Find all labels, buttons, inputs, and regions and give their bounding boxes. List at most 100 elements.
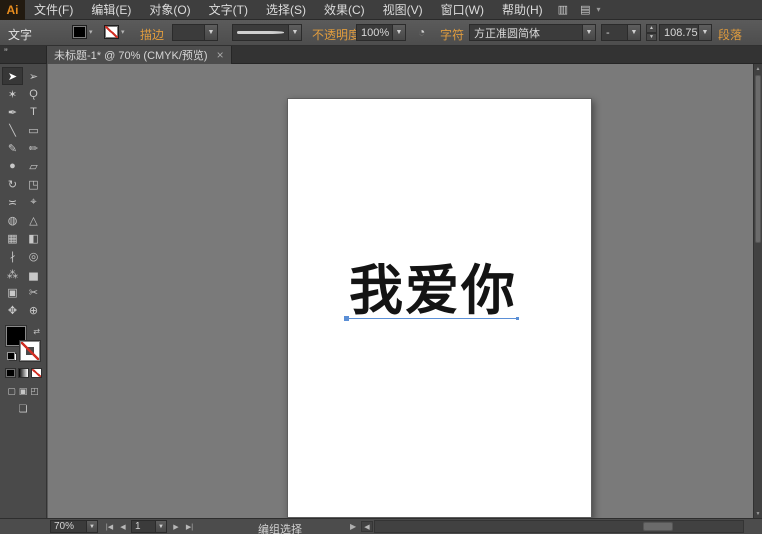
menu-object[interactable]: 对象(O) — [140, 0, 199, 20]
width-profile-select[interactable]: ▼ — [232, 24, 302, 41]
workspace-dropdown-icon[interactable]: ▾ — [596, 5, 606, 14]
recolor-artwork-icon[interactable]: ◔ — [418, 25, 425, 39]
mesh-tool[interactable]: ▦ — [2, 229, 23, 247]
chevron-down-icon: ▼ — [288, 25, 301, 40]
fill-swatch — [72, 25, 87, 39]
canvas-area[interactable]: 我爱你 — [48, 64, 753, 518]
color-mode-buttons — [0, 368, 46, 378]
gradient-button[interactable] — [18, 368, 29, 378]
tools-panel: ➤ ➢ ✶ Ǫ ✒ T ╲ ▭ ✎ ✏ ● ▱ ↻ ◳ ≍ ⌖ ◍ △ ▦ ◧ … — [0, 64, 47, 518]
menu-effect[interactable]: 效果(C) — [315, 0, 374, 20]
stroke-color-box[interactable] — [20, 341, 40, 361]
slice-tool[interactable]: ✂ — [23, 283, 44, 301]
scroll-left-icon[interactable]: ◀ — [361, 521, 373, 532]
opacity-label[interactable]: 不透明度 — [312, 26, 360, 43]
menu-select[interactable]: 选择(S) — [257, 0, 315, 20]
stroke-color-picker[interactable]: ▾ — [104, 25, 125, 39]
stepper-down-icon[interactable]: ▼ — [646, 33, 657, 42]
none-button[interactable] — [31, 368, 42, 378]
paintbrush-tool[interactable]: ✎ — [2, 139, 23, 157]
chevron-down-icon: ▼ — [204, 25, 217, 40]
hand-tool[interactable]: ✥ — [2, 301, 23, 319]
eraser-tool[interactable]: ▱ — [23, 157, 44, 175]
status-popup-icon[interactable]: ▶ — [350, 522, 356, 531]
character-label[interactable]: 字符 — [440, 26, 464, 43]
rectangle-tool[interactable]: ▭ — [23, 121, 44, 139]
column-graph-tool[interactable]: ▅ — [23, 265, 44, 283]
fill-color-picker[interactable]: ▾ — [72, 25, 93, 39]
rotate-tool[interactable]: ↻ — [2, 175, 23, 193]
previous-artboard-button[interactable]: ◀ — [117, 521, 129, 532]
font-family-select[interactable]: 方正准圆简体 ▼ — [469, 24, 596, 41]
zoom-value: 70% — [51, 521, 86, 532]
artboard-tool[interactable]: ▣ — [2, 283, 23, 301]
draw-mode-buttons: ▢ ▣ ◰ — [0, 386, 46, 397]
blob-brush-tool[interactable]: ● — [2, 157, 23, 175]
vertical-scrollbar[interactable]: ▲ ▼ — [753, 64, 762, 518]
font-size-input[interactable]: 108.75 ▼ — [659, 24, 712, 41]
chevron-down-icon: ▾ — [89, 28, 93, 36]
menu-window[interactable]: 窗口(W) — [432, 0, 493, 20]
zoom-tool[interactable]: ⊕ — [23, 301, 44, 319]
shape-builder-tool[interactable]: ◍ — [2, 211, 23, 229]
line-segment-tool[interactable]: ╲ — [2, 121, 23, 139]
close-icon[interactable]: × — [217, 49, 224, 61]
status-text: 编组选择 — [258, 521, 302, 534]
chevron-down-icon: ▼ — [698, 25, 711, 40]
menu-edit[interactable]: 编辑(E) — [82, 0, 140, 20]
paragraph-label[interactable]: 段落 — [718, 26, 742, 43]
gradient-tool[interactable]: ◧ — [23, 229, 44, 247]
tool-grid: ➤ ➢ ✶ Ǫ ✒ T ╲ ▭ ✎ ✏ ● ▱ ↻ ◳ ≍ ⌖ ◍ △ ▦ ◧ … — [0, 64, 46, 319]
symbol-sprayer-tool[interactable]: ⁂ — [2, 265, 23, 283]
swap-fill-stroke-icon[interactable]: ⇄ — [33, 327, 40, 336]
menu-file[interactable]: 文件(F) — [25, 0, 82, 20]
stroke-width-select[interactable]: ▼ — [172, 24, 218, 41]
perspective-grid-tool[interactable]: △ — [23, 211, 44, 229]
menu-help[interactable]: 帮助(H) — [493, 0, 552, 20]
scroll-down-icon[interactable]: ▼ — [754, 509, 762, 518]
font-family-value: 方正准圆简体 — [470, 25, 582, 41]
blend-tool[interactable]: ◎ — [23, 247, 44, 265]
arrange-documents-icon[interactable]: ▥ — [552, 3, 574, 16]
text-baseline-indicator — [346, 318, 518, 319]
draw-normal-icon[interactable]: ▢ — [7, 386, 16, 397]
default-colors-icon[interactable] — [7, 352, 17, 361]
opacity-select[interactable]: 100% ▼ — [356, 24, 406, 41]
pencil-tool[interactable]: ✏ — [23, 139, 44, 157]
artboard[interactable]: 我爱你 — [287, 98, 592, 518]
type-tool[interactable]: T — [23, 103, 44, 121]
magic-wand-tool[interactable]: ✶ — [2, 85, 23, 103]
menu-type[interactable]: 文字(T) — [200, 0, 257, 20]
artboard-number-select[interactable]: 1 ▼ — [131, 520, 167, 533]
menu-view[interactable]: 视图(V) — [374, 0, 432, 20]
document-tab[interactable]: 未标题-1* @ 70% (CMYK/预览) × — [46, 46, 232, 64]
horizontal-scrollbar[interactable] — [374, 520, 744, 533]
free-transform-tool[interactable]: ⌖ — [23, 193, 44, 211]
last-artboard-button[interactable]: ▶| — [183, 521, 196, 532]
stroke-label[interactable]: 描边 — [140, 26, 164, 43]
horizontal-scroll-thumb[interactable] — [643, 522, 673, 531]
color-button[interactable] — [5, 368, 16, 378]
artboard-text-object[interactable]: 我爱你 — [349, 264, 517, 318]
next-artboard-button[interactable]: ▶ — [170, 521, 182, 532]
chevron-down-icon: ▾ — [121, 28, 125, 36]
first-artboard-button[interactable]: |◀ — [103, 521, 116, 532]
scroll-up-icon[interactable]: ▲ — [754, 64, 762, 73]
direct-selection-tool[interactable]: ➢ — [23, 67, 44, 85]
screen-mode-button[interactable]: ❏ — [0, 404, 46, 415]
selection-tool[interactable]: ➤ — [2, 67, 23, 85]
scale-tool[interactable]: ◳ — [23, 175, 44, 193]
app-logo: Ai — [0, 0, 25, 20]
draw-behind-icon[interactable]: ▣ — [19, 386, 28, 397]
lasso-tool[interactable]: Ǫ — [23, 85, 44, 103]
font-size-stepper[interactable]: ▲ ▼ — [646, 24, 657, 41]
zoom-select[interactable]: 70% ▼ — [50, 520, 98, 533]
draw-inside-icon[interactable]: ◰ — [30, 386, 39, 397]
pen-tool[interactable]: ✒ — [2, 103, 23, 121]
width-tool[interactable]: ≍ — [2, 193, 23, 211]
workspace-switcher-icon[interactable]: ▤ — [574, 3, 596, 16]
eyedropper-tool[interactable]: ∤ — [2, 247, 23, 265]
font-style-select[interactable]: - ▼ — [601, 24, 641, 41]
vertical-scroll-thumb[interactable] — [755, 75, 761, 243]
stepper-up-icon[interactable]: ▲ — [646, 24, 657, 33]
